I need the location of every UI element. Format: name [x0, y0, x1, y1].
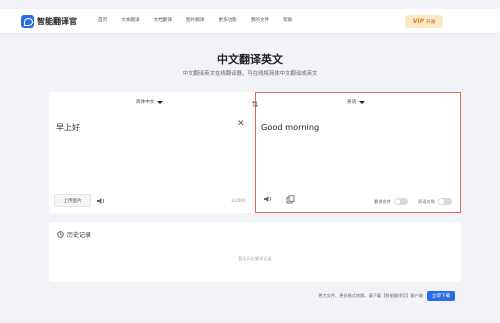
nav-help[interactable]: 帮助: [283, 17, 292, 23]
clock-history-icon: [57, 231, 64, 238]
toggle-bilingual-group: 双语对照: [418, 198, 452, 205]
swap-languages-icon[interactable]: ⇅: [249, 100, 261, 110]
char-counter: 3/2000: [231, 198, 246, 203]
target-language-select[interactable]: 英语: [347, 99, 366, 105]
download-button[interactable]: 立即下载: [427, 291, 455, 301]
nav-home[interactable]: 首页: [98, 17, 107, 23]
toggle-bilingual-label: 双语对照: [418, 198, 435, 204]
target-language-label: 英语: [347, 100, 357, 105]
source-language-label: 简体中文: [136, 100, 155, 105]
app-logo-icon[interactable]: [21, 15, 34, 28]
nav-text-translate[interactable]: 文本翻译: [121, 17, 139, 23]
chevron-down-icon: [157, 100, 164, 104]
page-title: 中文翻译英文: [217, 53, 283, 66]
nav-my-files[interactable]: 我的文件: [251, 17, 269, 23]
chevron-down-icon: [359, 100, 366, 104]
toggle-bilingual-switch[interactable]: [437, 198, 452, 205]
source-text-input[interactable]: 早上好: [56, 122, 80, 133]
translate-card: 简体中文 早上好 ✕ 上传图片 3/2000 ⇅ 英语 Good morning…: [49, 92, 461, 213]
top-header: 智能翻译官 首页 文本翻译 文档翻译 图片翻译 更多功能 我的文件 帮助 VIP…: [0, 9, 500, 34]
main-nav: 首页 文本翻译 文档翻译 图片翻译 更多功能 我的文件 帮助: [98, 17, 306, 23]
download-bar: 更大文件、更多格式转换，请下载【智能翻译官】客户端 立即下载: [49, 289, 461, 303]
speaker-icon[interactable]: [96, 197, 106, 205]
history-header: 历史记录: [57, 230, 91, 239]
vip-label: 开通: [426, 19, 436, 25]
nav-image-translate[interactable]: 图片翻译: [186, 17, 204, 23]
toggle-merge-switch[interactable]: [393, 198, 408, 205]
history-section: 历史记录 暂无历史翻译记录: [49, 222, 461, 282]
app-logo-text[interactable]: 智能翻译官: [37, 16, 77, 27]
source-panel: 简体中文 早上好 ✕ 上传图片 3/2000: [49, 92, 255, 213]
history-empty-text: 暂无历史翻译记录: [238, 256, 272, 261]
page-subtitle: 中文翻译英文在线翻译器，可在线将简体中文翻译成英文: [182, 71, 318, 77]
copy-icon[interactable]: [286, 195, 295, 204]
nav-more-features[interactable]: 更多功能: [218, 17, 236, 23]
nav-doc-translate[interactable]: 文档翻译: [154, 17, 172, 23]
source-language-select[interactable]: 简体中文: [136, 99, 164, 105]
upload-image-button[interactable]: 上传图片: [54, 194, 91, 207]
translation-output: Good morning: [261, 122, 320, 132]
toggle-merge-group: 翻译合并: [374, 198, 408, 205]
vip-badge: VIP: [412, 18, 425, 25]
target-panel: 英语 Good morning 翻译合并 双语对照: [255, 92, 461, 213]
speaker-icon[interactable]: [263, 195, 273, 203]
vip-open-button[interactable]: VIP 开通: [405, 15, 443, 28]
clear-icon[interactable]: ✕: [237, 119, 245, 129]
history-title: 历史记录: [67, 232, 92, 239]
toggle-merge-label: 翻译合并: [374, 198, 391, 204]
download-promo-text: 更大文件、更多格式转换，请下载【智能翻译官】客户端: [318, 293, 423, 298]
